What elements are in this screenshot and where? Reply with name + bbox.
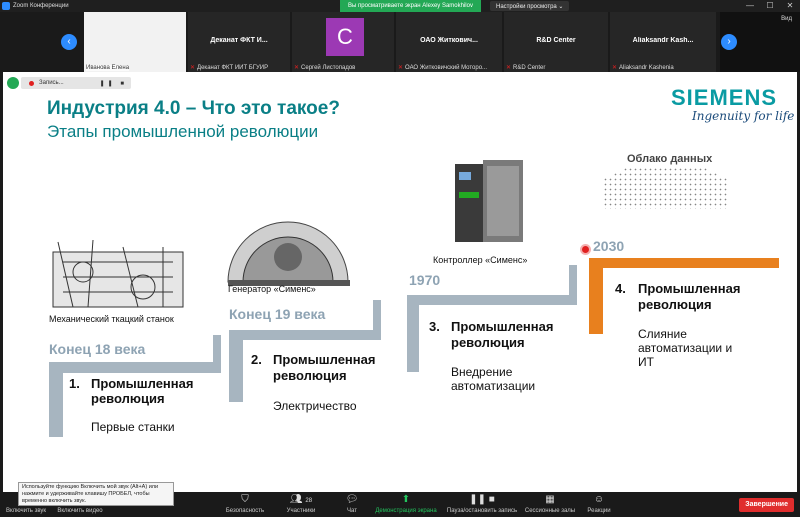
stage-4-title-line1: Промышленная	[638, 281, 741, 296]
participant-name: ОАО Житковичский Моторо...	[405, 64, 488, 71]
mic-muted-icon: ✕	[506, 65, 512, 71]
participant-tile[interactable]: R&D Center ✕ R&D Center	[504, 12, 608, 72]
end-meeting-button[interactable]: Завершение	[739, 498, 794, 512]
sharing-banner: Вы просматриваете экран Alexey Samokhilo…	[340, 0, 481, 12]
share-screen-button[interactable]: ⬆ Демонстрация экрана	[372, 494, 440, 514]
participants-count: 28	[305, 498, 313, 504]
stage-2-title-line1: Промышленная	[273, 352, 376, 367]
loom-caption: Механический ткацкий станок	[49, 314, 174, 324]
era-label-4: 2030	[593, 238, 625, 254]
participant-tile[interactable]: Иванова Елена	[84, 12, 186, 72]
stage-1-title-line2: революция	[91, 391, 165, 406]
close-icon[interactable]: ✕	[780, 0, 800, 12]
loom-image	[52, 239, 184, 308]
view-button[interactable]: Вид	[781, 16, 792, 22]
unmute-tooltip: Используйте функцию Включить мой звук (A…	[18, 482, 174, 506]
chat-icon: 💬︎	[345, 494, 359, 505]
stage-3-description-line2: автоматизации	[451, 379, 536, 393]
controller-caption: Контроллер «Сименс»	[433, 255, 528, 265]
breakout-rooms-icon: ▦	[545, 494, 555, 505]
reactions-button[interactable]: ☺ Реакции	[584, 494, 614, 514]
participant-display-name: ОАО Житкович...	[420, 37, 478, 44]
mic-muted-icon: ✕	[190, 65, 196, 71]
stage-1-number: 1.	[69, 376, 80, 391]
security-button[interactable]: ⛉ Безопасность	[220, 494, 270, 514]
cloud-caption: Облако данных	[627, 153, 713, 165]
participant-display-name: Aliaksandr Kash...	[632, 37, 694, 44]
participant-strip: Вид ‹ › Иванова Елена Деканат ФКТ И... ✕…	[0, 12, 800, 72]
cloud-data-image	[603, 167, 728, 209]
participants-button[interactable]: 👥︎ 28 Участники	[280, 494, 322, 514]
stage-3-number: 3.	[429, 319, 440, 334]
participant-tile[interactable]: Деканат ФКТ И... ✕ Деканат ФКТ ИИТ БГУИР	[188, 12, 290, 72]
participant-tile[interactable]: Aliaksandr Kash... ✕ Aliaksandr Kashenia	[610, 12, 716, 72]
pause-record-icon: ❚❚ ■	[469, 494, 495, 505]
era-label-1: Конец 18 века	[49, 341, 146, 357]
next-page-icon[interactable]: ›	[721, 34, 737, 50]
generator-caption: Генератор «Сименс»	[228, 284, 316, 294]
stage-1-title-line1: Промышленная	[91, 376, 194, 391]
zoom-app-icon	[2, 2, 10, 10]
participant-name: Иванова Елена	[86, 65, 130, 71]
stage-3-description-line1: Внедрение	[451, 365, 513, 379]
stage-2-description: Электричество	[273, 399, 357, 413]
era-label-2: Конец 19 века	[229, 306, 326, 322]
stage-2-number: 2.	[251, 352, 262, 367]
participant-name: Деканат ФКТ ИИТ БГУИР	[197, 64, 269, 71]
mic-muted-icon: ✕	[398, 65, 404, 71]
stage-3-title-line1: Промышленная	[451, 319, 554, 334]
avatar: С	[326, 18, 364, 56]
step-4-shape	[589, 258, 779, 334]
participant-tile[interactable]: С ✕ Сергей Листопадов	[292, 12, 394, 72]
mic-muted-icon: ✕	[612, 65, 618, 71]
prev-page-icon[interactable]: ‹	[61, 34, 77, 50]
participant-name: Сергей Листопадов	[301, 64, 356, 71]
stage-4-description-line1: Слияние	[638, 327, 687, 341]
stage-4-description-line3: ИТ	[638, 355, 654, 369]
stage-3-title-line2: революция	[451, 335, 525, 350]
shared-screen: Запись... ❚❚ ■ Индустрия 4.0 – Что это т…	[0, 72, 800, 492]
stage-4-title-line2: революция	[638, 297, 712, 312]
view-options-button[interactable]: Настройки просмотра ⌄	[490, 1, 570, 11]
mic-muted-icon: ✕	[294, 65, 300, 71]
era-label-3: 1970	[409, 272, 441, 288]
reactions-icon: ☺	[593, 494, 605, 505]
participant-name: R&D Center	[513, 64, 546, 71]
window-title: Zoom Конференции	[13, 3, 69, 9]
shield-icon: ⛉	[241, 494, 249, 505]
pause-stop-recording-button[interactable]: ❚❚ ■ Пауза/остановить запись	[444, 494, 520, 514]
participant-display-name: Деканат ФКТ И...	[210, 37, 268, 44]
participant-display-name: R&D Center	[536, 37, 576, 44]
controller-image	[455, 160, 523, 242]
chat-button[interactable]: 💬︎ Чат	[340, 494, 364, 514]
zoom-window: Zoom Конференции Вы просматриваете экран…	[0, 0, 800, 517]
generator-image	[227, 221, 350, 286]
window-controls: — ☐ ✕	[740, 0, 800, 12]
stage-1-description: Первые станки	[91, 420, 175, 434]
participant-name: Aliaksandr Kashenia	[619, 64, 674, 71]
laser-pointer-icon	[582, 246, 589, 253]
participants-icon: 👥︎	[289, 494, 303, 505]
share-screen-icon: ⬆	[401, 494, 411, 505]
maximize-icon[interactable]: ☐	[760, 0, 780, 12]
participant-tile[interactable]: ОАО Житкович... ✕ ОАО Житковичский Моторо…	[396, 12, 502, 72]
stage-4-description-line2: автоматизации и	[638, 341, 733, 355]
minimize-icon[interactable]: —	[740, 0, 760, 12]
stage-2-title-line2: революция	[273, 368, 347, 383]
breakout-rooms-button[interactable]: ▦ Сессионные залы	[522, 494, 578, 514]
stage-4-number: 4.	[615, 281, 626, 296]
